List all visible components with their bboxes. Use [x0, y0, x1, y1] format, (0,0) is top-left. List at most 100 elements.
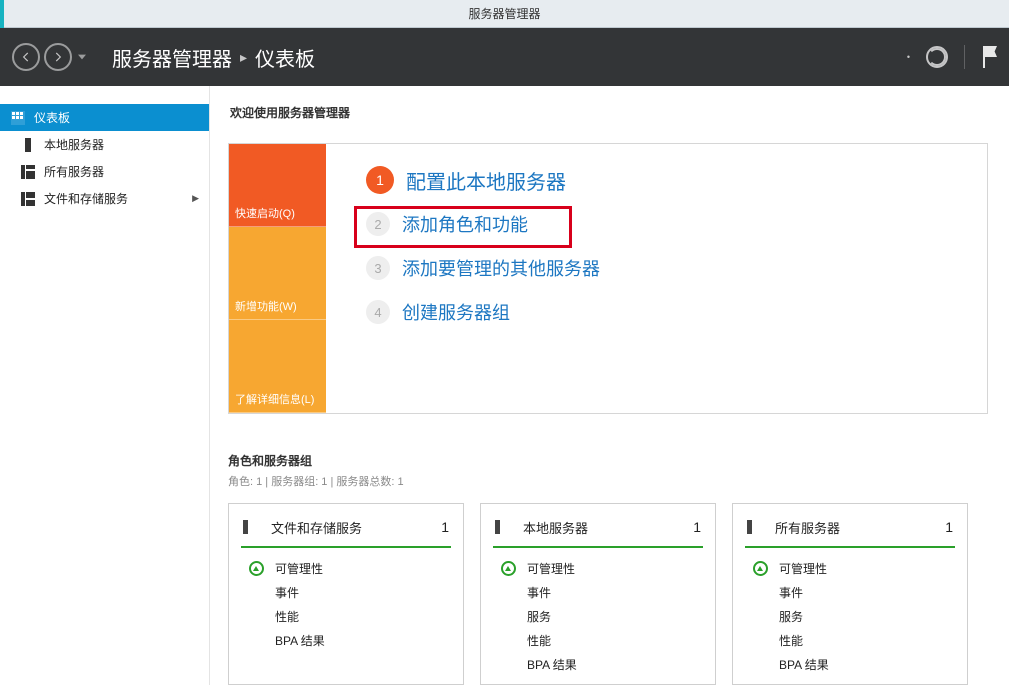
all-servers-icon: [747, 520, 765, 534]
breadcrumb-root[interactable]: 服务器管理器: [112, 43, 232, 72]
step-configure-server[interactable]: 1 配置此本地服务器: [326, 158, 987, 202]
step-label: 添加要管理的其他服务器: [402, 255, 600, 281]
step-number: 1: [366, 166, 394, 194]
whatsnew-tab[interactable]: 新增功能(W): [229, 227, 326, 320]
sidebar-item-all-servers[interactable]: 所有服务器: [0, 158, 209, 185]
quickstart-tab[interactable]: 快速启动(Q): [229, 144, 326, 227]
step-add-servers[interactable]: 3 添加要管理的其他服务器: [326, 246, 987, 290]
tile-row-manageability[interactable]: 可管理性: [243, 556, 449, 580]
tile-row-events[interactable]: 事件: [747, 580, 953, 604]
tile-divider: [745, 546, 955, 548]
tile-row-label: 事件: [275, 584, 299, 601]
chevron-down-icon: [78, 53, 86, 61]
step-label: 创建服务器组: [402, 299, 510, 325]
sidebar-item-label: 仪表板: [34, 109, 70, 126]
notifications-flag-icon[interactable]: [981, 46, 997, 68]
arrow-right-icon: [51, 50, 65, 64]
tile-row-label: 可管理性: [275, 560, 323, 577]
tile-row-bpa[interactable]: BPA 结果: [747, 652, 953, 676]
step-create-group[interactable]: 4 创建服务器组: [326, 290, 987, 334]
back-button[interactable]: [12, 43, 40, 71]
storage-icon: [20, 191, 36, 207]
tile-row-label: BPA 结果: [527, 656, 577, 673]
tile-title: 文件和存储服务: [271, 518, 362, 537]
tile-row-events[interactable]: 事件: [495, 580, 701, 604]
sidebar-item-label: 本地服务器: [44, 136, 104, 153]
tile-row-performance[interactable]: 性能: [243, 604, 449, 628]
sidebar-item-storage[interactable]: 文件和存储服务 ▶: [0, 185, 209, 212]
sidebar-item-local-server[interactable]: 本地服务器: [0, 131, 209, 158]
header-divider: [964, 45, 965, 69]
tile-row-label: BPA 结果: [275, 632, 325, 649]
tile-row-events[interactable]: 事件: [243, 580, 449, 604]
learnmore-tab-label: 了解详细信息(L): [235, 391, 314, 407]
quickstart-steps: 1 配置此本地服务器 2 添加角色和功能 3 添加要管理的其他服务器 4 创建服…: [326, 144, 987, 413]
tile-row-bpa[interactable]: BPA 结果: [243, 628, 449, 652]
tile-row-label: 性能: [527, 632, 551, 649]
tile-row-bpa[interactable]: BPA 结果: [495, 652, 701, 676]
local-server-icon: [20, 137, 36, 153]
quickstart-left-column: 快速启动(Q) 新增功能(W) 了解详细信息(L): [229, 144, 326, 413]
tile-row-label: BPA 结果: [779, 656, 829, 673]
tile-local-server[interactable]: 本地服务器 1 可管理性 事件 服务 性能 BPA 结果: [480, 503, 716, 685]
step-number: 4: [366, 300, 390, 324]
header: 服务器管理器 ▸ 仪表板 •: [0, 28, 1009, 86]
tile-row-label: 性能: [275, 608, 299, 625]
breadcrumb-current: 仪表板: [255, 43, 315, 72]
tile-row-services[interactable]: 服务: [495, 604, 701, 628]
tile-divider: [241, 546, 451, 548]
breadcrumb-separator: ▸: [240, 49, 247, 66]
welcome-heading: 欢迎使用服务器管理器: [228, 104, 1009, 121]
tile-header: 本地服务器 1: [495, 514, 701, 540]
tiles-row: 文件和存储服务 1 可管理性 事件 性能 BPA 结果 本地服务器 1: [228, 503, 1009, 685]
sidebar-item-dashboard[interactable]: 仪表板: [0, 104, 209, 131]
titlebar-accent: [0, 0, 4, 28]
tile-row-performance[interactable]: 性能: [495, 628, 701, 652]
refresh-button[interactable]: [926, 46, 948, 68]
tile-row-manageability[interactable]: 可管理性: [747, 556, 953, 580]
tile-count: 1: [945, 519, 953, 535]
tile-row-performance[interactable]: 性能: [747, 628, 953, 652]
status-up-icon: [247, 559, 265, 577]
tile-row-label: 可管理性: [779, 560, 827, 577]
tile-storage[interactable]: 文件和存储服务 1 可管理性 事件 性能 BPA 结果: [228, 503, 464, 685]
step-number: 2: [366, 212, 390, 236]
sidebar: 仪表板 本地服务器 所有服务器 文件和存储服务 ▶: [0, 86, 210, 685]
learnmore-tab[interactable]: 了解详细信息(L): [229, 320, 326, 413]
tile-row-label: 事件: [779, 584, 803, 601]
tile-header: 所有服务器 1: [747, 514, 953, 540]
arrow-left-icon: [19, 50, 33, 64]
quickstart-tab-label: 快速启动(Q): [235, 205, 295, 221]
tile-divider: [493, 546, 703, 548]
tile-row-label: 服务: [527, 608, 551, 625]
forward-button[interactable]: [44, 43, 72, 71]
tile-all-servers[interactable]: 所有服务器 1 可管理性 事件 服务 性能 BPA 结果: [732, 503, 968, 685]
status-up-icon: [499, 559, 517, 577]
roles-groups-section: 角色和服务器组 角色: 1 | 服务器组: 1 | 服务器总数: 1 文件和存储…: [228, 452, 1009, 685]
chevron-right-icon: ▶: [192, 193, 199, 204]
nav-history-dropdown[interactable]: [76, 53, 88, 61]
storage-icon: [243, 520, 261, 534]
sidebar-item-label: 所有服务器: [44, 163, 104, 180]
tile-row-label: 性能: [779, 632, 803, 649]
tile-row-services[interactable]: 服务: [747, 604, 953, 628]
step-label: 配置此本地服务器: [406, 166, 566, 195]
tile-title: 本地服务器: [523, 518, 588, 537]
tile-header: 文件和存储服务 1: [243, 514, 449, 540]
titlebar: 服务器管理器: [0, 0, 1009, 28]
section-title: 角色和服务器组: [228, 452, 1009, 469]
all-servers-icon: [20, 164, 36, 180]
tile-row-label: 事件: [527, 584, 551, 601]
quickstart-panel: 快速启动(Q) 新增功能(W) 了解详细信息(L) 1 配置此本地服务器 2 添…: [228, 143, 988, 414]
tile-title: 所有服务器: [775, 518, 840, 537]
step-add-roles[interactable]: 2 添加角色和功能: [326, 202, 987, 246]
tile-count: 1: [441, 519, 449, 535]
step-number: 3: [366, 256, 390, 280]
tile-row-label: 服务: [779, 608, 803, 625]
local-server-icon: [495, 520, 513, 534]
status-up-icon: [751, 559, 769, 577]
tile-row-label: 可管理性: [527, 560, 575, 577]
tile-row-manageability[interactable]: 可管理性: [495, 556, 701, 580]
step-label: 添加角色和功能: [402, 211, 528, 237]
section-subtitle: 角色: 1 | 服务器组: 1 | 服务器总数: 1: [228, 473, 1009, 489]
